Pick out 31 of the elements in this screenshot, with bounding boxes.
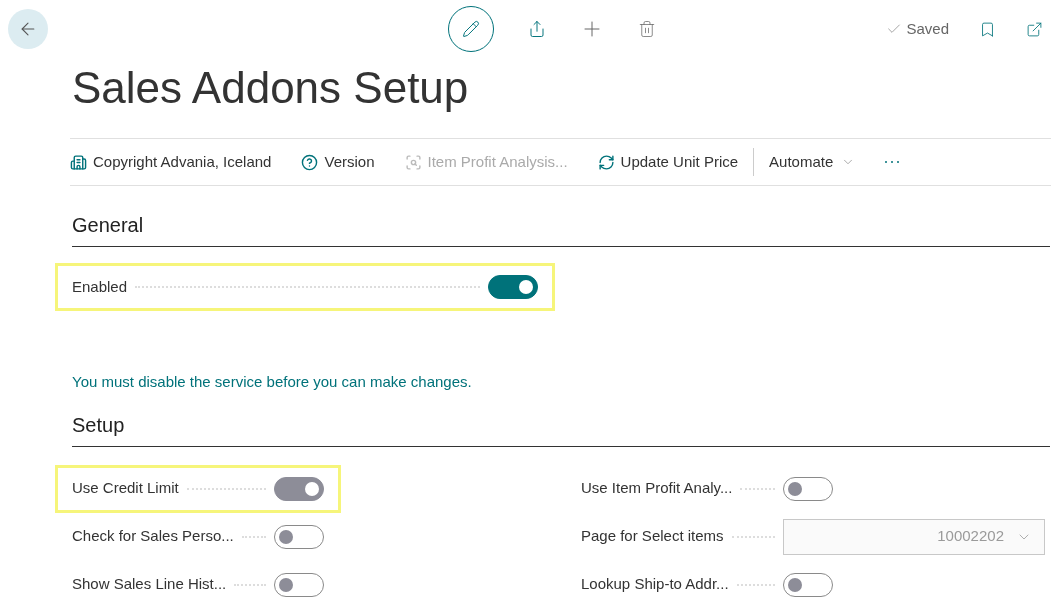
page-title: Sales Addons Setup — [72, 66, 470, 114]
field-label: Enabled — [72, 276, 128, 297]
open-new-window-button[interactable] — [1026, 20, 1043, 38]
info-message: You must disable the service before you can make changes. — [72, 372, 473, 392]
building-icon — [70, 153, 87, 171]
field-label: Use Credit Limit — [72, 478, 179, 499]
toggle-switch[interactable] — [274, 572, 324, 597]
field-label: Lookup Ship-to Addr... — [581, 574, 729, 595]
pencil-icon — [462, 20, 480, 38]
field-label: Check for Sales Perso... — [72, 526, 234, 547]
refresh-icon — [597, 153, 615, 171]
bookmark-button[interactable] — [979, 20, 996, 38]
toggle-switch[interactable] — [783, 476, 833, 501]
action-button[interactable]: Copyright Advania, Iceland — [70, 150, 272, 174]
delete-button[interactable] — [638, 20, 656, 38]
toggle-switch[interactable] — [274, 524, 324, 549]
question-mark-icon — [301, 153, 319, 171]
saved-status: Saved — [906, 18, 949, 39]
field-label: Page for Select items — [581, 526, 724, 547]
section-heading: Setup — [72, 409, 1050, 447]
section-heading: General — [72, 210, 1050, 247]
action-button[interactable]: Update Unit Price — [597, 150, 739, 174]
field-label: Show Sales Line Hist... — [72, 574, 227, 595]
field-label: Use Item Profit Analy... — [581, 478, 733, 499]
share-button[interactable] — [528, 20, 546, 38]
automate-menu[interactable]: Automate — [769, 150, 856, 174]
back-button[interactable] — [8, 9, 48, 49]
magnifier-icon — [404, 153, 422, 171]
action-button[interactable]: Version — [301, 150, 375, 174]
toggle-switch[interactable] — [783, 572, 833, 597]
toggle-switch[interactable] — [488, 275, 538, 299]
